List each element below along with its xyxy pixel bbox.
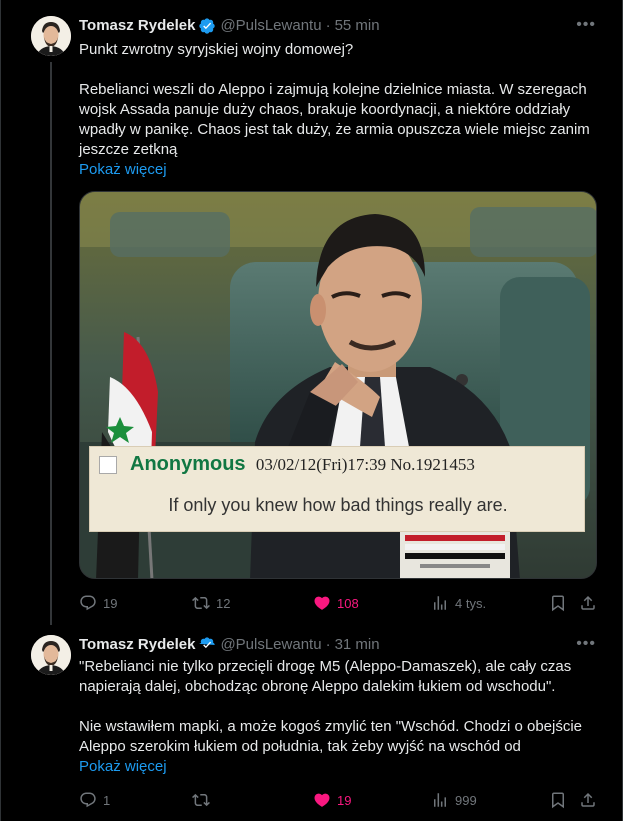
thread-line <box>50 62 52 625</box>
repost-button[interactable]: 12 <box>192 593 230 613</box>
views-button[interactable]: 4 tys. <box>431 593 486 613</box>
share-icon <box>581 792 595 807</box>
author-handle[interactable]: @PulsLewantu <box>220 635 321 655</box>
repost-icon <box>192 596 210 610</box>
reply-button[interactable]: 1 <box>79 790 110 810</box>
timeline: Tomasz Rydelek @PulsLewantu · 55 min •••… <box>0 0 623 821</box>
tweet-actions: 1 19 999 <box>79 790 599 810</box>
more-icon[interactable]: ••• <box>576 635 596 653</box>
more-icon[interactable]: ••• <box>576 16 596 34</box>
repost-icon <box>192 793 210 807</box>
tweet-text-line: Nie wstawiłem mapki, a może kogoś zmylić… <box>79 718 583 755</box>
avatar-image <box>31 16 71 56</box>
like-count: 108 <box>337 595 359 611</box>
caption-header: Anonymous 03/02/12(Fri)17:39 No.1921453 <box>130 453 475 476</box>
separator-dot: · <box>325 636 331 653</box>
tweet[interactable]: Tomasz Rydelek @PulsLewantu · 31 min •••… <box>1 625 623 821</box>
views-count: 999 <box>455 792 477 808</box>
checkbox-icon <box>99 456 117 474</box>
caption-box: Anonymous 03/02/12(Fri)17:39 No.1921453 … <box>89 446 585 532</box>
share-icon <box>581 595 595 610</box>
share-button[interactable] <box>579 790 597 810</box>
views-icon <box>434 596 446 610</box>
author-handle[interactable]: @PulsLewantu <box>220 16 321 36</box>
tweet[interactable]: Tomasz Rydelek @PulsLewantu · 55 min •••… <box>1 0 623 625</box>
bookmark-button[interactable] <box>549 790 567 810</box>
separator-dot: · <box>325 17 331 34</box>
heart-icon <box>314 793 330 807</box>
timestamp[interactable]: 31 min <box>335 635 380 655</box>
repost-button[interactable] <box>192 790 216 810</box>
caption-name: Anonymous <box>130 453 246 475</box>
repost-count: 12 <box>216 595 231 611</box>
bookmark-button[interactable] <box>549 593 567 613</box>
reply-count: 19 <box>103 595 118 611</box>
show-more-link[interactable]: Pokaż więcej <box>79 160 599 180</box>
like-count: 19 <box>337 792 352 808</box>
tweet-header: Tomasz Rydelek @PulsLewantu · 31 min <box>79 635 380 655</box>
tweet-text: "Rebelianci nie tylko przecięli drogę M5… <box>79 657 599 777</box>
tweet-text-line: Punkt zwrotny syryjskiej wojny domowej? <box>79 41 354 58</box>
views-icon <box>434 793 446 807</box>
reply-icon <box>80 792 96 808</box>
author-name[interactable]: Tomasz Rydelek <box>79 16 195 36</box>
like-button[interactable]: 108 <box>313 593 359 613</box>
like-button[interactable]: 19 <box>313 790 351 810</box>
caption-meta: 03/02/12(Fri)17:39 No.1921453 <box>255 455 475 474</box>
views-button[interactable]: 999 <box>431 790 477 810</box>
tweet-text-line: Rebelianci weszli do Aleppo i zajmują ko… <box>79 81 590 158</box>
tweet-header: Tomasz Rydelek @PulsLewantu · 55 min <box>79 16 380 36</box>
caption-quote: If only you knew how bad things really a… <box>168 495 508 515</box>
timestamp[interactable]: 55 min <box>335 16 380 36</box>
author-name[interactable]: Tomasz Rydelek <box>79 635 195 655</box>
avatar-image <box>31 635 71 675</box>
avatar[interactable] <box>31 635 71 675</box>
tweet-text: Punkt zwrotny syryjskiej wojny domowej? … <box>79 40 599 180</box>
reply-count: 1 <box>103 792 111 808</box>
verified-badge-icon <box>198 17 216 35</box>
bookmark-icon <box>552 595 564 612</box>
tweet-text-line: "Rebelianci nie tylko przecięli drogę M5… <box>79 658 572 695</box>
avatar[interactable] <box>31 16 71 56</box>
show-more-link[interactable]: Pokaż więcej <box>79 757 599 777</box>
bookmark-icon <box>552 792 564 809</box>
reply-icon <box>80 595 96 611</box>
views-count: 4 tys. <box>455 595 487 611</box>
tweet-actions: 19 12 108 4 tys. <box>79 593 599 613</box>
tweet-image[interactable]: Anonymous 03/02/12(Fri)17:39 No.1921453 … <box>79 191 597 579</box>
share-button[interactable] <box>579 593 597 613</box>
heart-icon <box>314 596 330 610</box>
reply-button[interactable]: 19 <box>79 593 117 613</box>
verified-badge-icon <box>198 636 216 654</box>
